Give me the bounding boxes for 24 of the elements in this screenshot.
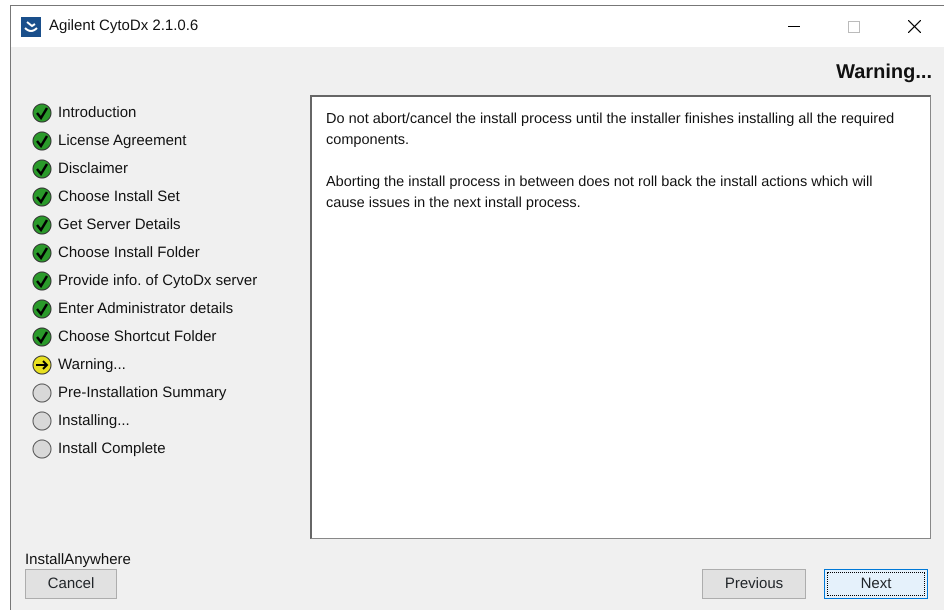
step-label: Warning... [58,354,126,375]
step-label: Choose Shortcut Folder [58,326,216,347]
message-text: Do not abort/cancel the install process until the installer finishes installing all the required components. [326,110,896,150]
step-label: License Agreement [58,130,186,151]
window-title: Agilent CytoDx 2.1.0.6 [49,16,198,36]
step-label: Pre-Installation Summary [58,382,226,403]
step-label: Choose Install Set [58,186,180,207]
minimize-icon[interactable] [788,26,800,28]
step-label: Introduction [58,102,136,123]
step-label: Installing... [58,410,130,431]
app-icon [21,16,41,36]
cancel-button[interactable]: Cancel [25,569,117,599]
close-icon[interactable] [908,20,920,33]
step-label: Choose Install Folder [58,242,200,263]
step-label: Disclaimer [58,158,128,179]
step-label: Enter Administrator details [58,298,234,319]
message-text: Aborting the install process in between does not roll back the install actions which will cause issues in the next install process. [326,173,874,213]
page-heading: Warning... [836,61,932,83]
step-label: Provide info. of CytoDx server [58,270,258,291]
brand-label: InstallAnywhere [25,551,131,568]
previous-button[interactable]: Previous [702,569,806,599]
step-label: Get Server Details [58,214,181,235]
next-button[interactable]: Next [824,569,928,599]
step-label: Install Complete [58,438,166,459]
